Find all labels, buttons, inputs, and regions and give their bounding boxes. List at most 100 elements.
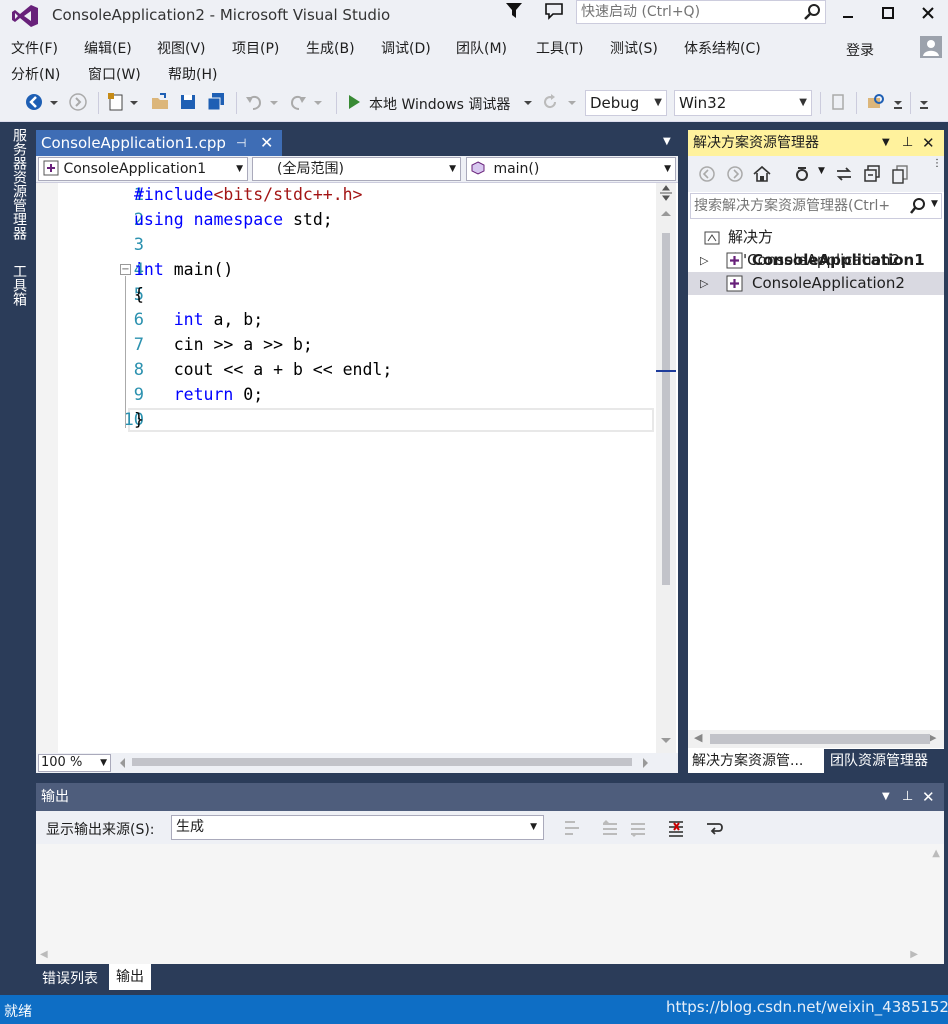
new-dropdown-icon[interactable] xyxy=(128,92,140,112)
filter-dropdown-icon[interactable]: ▼ xyxy=(818,166,825,176)
toolbar-overflow-icon[interactable] xyxy=(892,92,904,112)
output-text-area[interactable]: ▲ ◀ ▶ xyxy=(36,844,944,964)
zoom-select[interactable]: 100 % ▼ xyxy=(38,754,111,772)
vertical-scroll-thumb[interactable] xyxy=(662,233,670,585)
forward-icon[interactable] xyxy=(726,165,744,183)
search-options-icon[interactable]: ▼ xyxy=(931,199,938,209)
scroll-up-icon[interactable]: ▲ xyxy=(932,848,940,859)
redo-icon[interactable] xyxy=(288,92,308,112)
back-dropdown-icon[interactable] xyxy=(48,92,60,112)
menu-view[interactable]: 视图(V) xyxy=(157,38,206,58)
solution-search-box[interactable]: ▼ xyxy=(690,193,942,219)
show-all-files-icon[interactable] xyxy=(890,164,910,184)
undo-icon[interactable] xyxy=(244,92,264,112)
tab-output[interactable]: 输出 xyxy=(109,964,151,990)
quick-launch-box[interactable] xyxy=(576,0,826,24)
menu-edit[interactable]: 编辑(E) xyxy=(84,38,132,58)
collapse-toggle-icon[interactable]: − xyxy=(120,264,131,275)
panel-menu-icon[interactable]: ▼ xyxy=(882,130,890,156)
run-target-label[interactable]: 本地 Windows 调试器 xyxy=(369,94,510,114)
next-message-icon[interactable] xyxy=(628,818,648,838)
menu-project[interactable]: 项目(P) xyxy=(232,38,279,58)
platform-select[interactable]: Win32 ▼ xyxy=(674,90,812,116)
sync-with-document-icon[interactable] xyxy=(834,164,854,184)
project-node-consoleapplication2[interactable]: ▷ ConsoleApplication2 xyxy=(688,272,944,295)
solution-horizontal-scroll-thumb[interactable] xyxy=(710,734,930,744)
horizontal-scroll-thumb[interactable] xyxy=(132,758,632,766)
toolbox-tab[interactable]: 工具箱 xyxy=(9,264,29,306)
back-icon[interactable] xyxy=(698,165,716,183)
server-explorer-tab[interactable]: 服务器资源管理器 xyxy=(9,128,29,240)
scroll-right-icon[interactable]: ▶ xyxy=(910,949,918,960)
search-icon[interactable] xyxy=(803,3,821,21)
pin-icon[interactable]: ⊥ xyxy=(902,130,913,156)
split-window-icon[interactable] xyxy=(656,183,676,203)
panel-menu-icon[interactable]: ▼ xyxy=(882,783,890,811)
menu-file[interactable]: 文件(F) xyxy=(11,38,58,58)
save-all-icon[interactable] xyxy=(206,92,226,112)
close-tab-icon[interactable]: ✕ xyxy=(260,130,273,156)
menu-debug[interactable]: 调试(D) xyxy=(381,38,431,58)
navigate-back-icon[interactable] xyxy=(24,92,44,112)
undo-dropdown-icon[interactable] xyxy=(268,92,280,112)
scroll-right-icon[interactable] xyxy=(640,756,650,770)
menu-window[interactable]: 窗口(W) xyxy=(88,64,141,84)
find-in-files-icon[interactable] xyxy=(866,92,886,112)
scroll-left-icon[interactable]: ◀ xyxy=(694,731,702,744)
configuration-select[interactable]: Debug ▼ xyxy=(585,90,667,116)
maximize-button[interactable] xyxy=(866,0,910,26)
project-node-consoleapplication1[interactable]: ▷ ConsoleApplication1 xyxy=(688,249,944,272)
redo-dropdown-icon[interactable] xyxy=(312,92,324,112)
solution-search-input[interactable] xyxy=(691,194,905,218)
toolbar-options-icon[interactable] xyxy=(918,92,930,112)
scope-select[interactable]: (全局范围) ▼ xyxy=(252,157,461,181)
scroll-left-icon[interactable] xyxy=(118,756,128,770)
navigate-forward-icon[interactable] xyxy=(68,92,88,112)
menu-build[interactable]: 生成(B) xyxy=(306,38,355,58)
output-source-select[interactable]: 生成 ▼ xyxy=(171,815,544,840)
expand-arrow-icon[interactable]: ▷ xyxy=(700,249,708,272)
quick-launch-input[interactable] xyxy=(577,1,799,23)
menu-architecture[interactable]: 体系结构(C) xyxy=(684,38,761,58)
pending-changes-filter-icon[interactable] xyxy=(792,164,812,184)
toolbar-overflow-icon[interactable]: ⋮ xyxy=(932,158,942,169)
login-link[interactable]: 登录 xyxy=(846,40,874,60)
pin-icon[interactable]: ⊥ xyxy=(902,783,913,811)
scroll-up-icon[interactable] xyxy=(656,207,676,219)
close-window-button[interactable] xyxy=(906,0,948,26)
member-select[interactable]: main() ▼ xyxy=(466,157,676,181)
clear-all-icon[interactable] xyxy=(666,818,686,838)
expand-arrow-icon[interactable]: ▷ xyxy=(700,272,708,295)
tab-team-explorer[interactable]: 团队资源管理器 xyxy=(830,749,928,773)
pin-icon[interactable]: ⊣ xyxy=(236,130,246,156)
close-panel-icon[interactable]: ✕ xyxy=(922,130,935,156)
menu-team[interactable]: 团队(M) xyxy=(456,38,507,58)
collapse-all-icon[interactable] xyxy=(862,164,882,184)
menu-test[interactable]: 测试(S) xyxy=(610,38,658,58)
scroll-left-icon[interactable]: ◀ xyxy=(40,949,48,960)
project-select[interactable]: ConsoleApplication1 ▼ xyxy=(38,157,248,181)
tab-consoleapplication1-cpp[interactable]: ConsoleApplication1.cpp ⊣ ✕ xyxy=(36,130,282,156)
refresh-icon[interactable] xyxy=(540,92,560,112)
tab-solution-explorer[interactable]: 解决方案资源管... xyxy=(688,749,824,773)
save-icon[interactable] xyxy=(178,92,198,112)
open-file-icon[interactable] xyxy=(150,92,170,112)
menu-tools[interactable]: 工具(T) xyxy=(536,38,583,58)
scroll-down-icon[interactable] xyxy=(656,735,676,747)
new-project-icon[interactable] xyxy=(106,92,126,112)
close-panel-icon[interactable]: ✕ xyxy=(922,783,935,811)
solution-node[interactable]: 解决方案'ConsoleApplication2 xyxy=(688,226,944,269)
go-to-line-icon[interactable] xyxy=(562,818,582,838)
previous-message-icon[interactable] xyxy=(600,818,620,838)
toggle-word-wrap-icon[interactable] xyxy=(704,818,724,838)
start-debugging-icon[interactable] xyxy=(344,92,364,112)
tab-error-list[interactable]: 错误列表 xyxy=(42,968,98,988)
run-target-dropdown-icon[interactable] xyxy=(522,92,534,112)
refresh-dropdown-icon[interactable] xyxy=(566,92,578,112)
document-list-dropdown-icon[interactable]: ▼ xyxy=(663,136,671,147)
device-icon[interactable] xyxy=(828,92,848,112)
notification-filter-icon[interactable] xyxy=(505,2,523,20)
menu-analyze[interactable]: 分析(N) xyxy=(11,64,60,84)
code-editor[interactable]: 1 2 3 4 5 6 7 8 9 10 − #include<bits/std… xyxy=(36,183,678,753)
home-icon[interactable] xyxy=(752,164,772,184)
